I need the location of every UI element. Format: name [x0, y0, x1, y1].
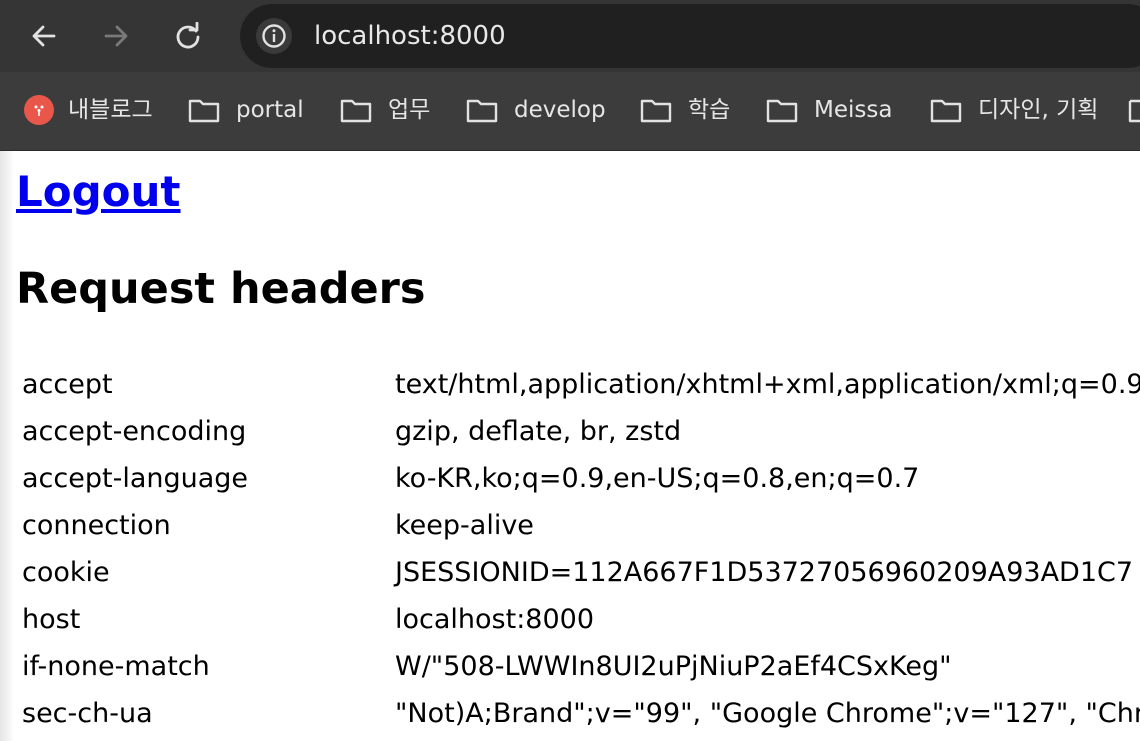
blog-favicon-icon: [24, 95, 54, 125]
bookmark-folder-meissa[interactable]: Meissa: [766, 92, 892, 128]
bookmark-label: Meissa: [814, 97, 893, 123]
header-name: cookie: [22, 557, 110, 588]
bookmark-item-blog[interactable]: 내블로그: [24, 92, 153, 128]
info-icon: [262, 24, 286, 48]
bookmark-folder-design[interactable]: 디자인, 기획: [930, 92, 1098, 128]
bookmark-folder-study[interactable]: 학습: [640, 92, 730, 128]
header-name: connection: [22, 510, 171, 541]
bookmark-folder-overflow[interactable]: [1128, 92, 1140, 128]
header-value: keep-alive: [395, 510, 534, 541]
bookmark-folder-portal[interactable]: portal: [188, 92, 304, 128]
header-value: "Not)A;Brand";v="99", "Google Chrome";v=…: [395, 698, 1140, 729]
address-bar[interactable]: localhost:8000: [240, 4, 1140, 68]
page-title: Request headers: [16, 264, 426, 314]
page-content: Logout Request headers accept text/html,…: [0, 151, 1140, 741]
folder-icon: [766, 99, 798, 123]
folder-icon: [340, 99, 372, 123]
header-name: sec-ch-ua: [22, 698, 153, 729]
folder-icon: [640, 99, 672, 123]
arrow-left-icon: [32, 25, 56, 47]
header-value: text/html,application/xhtml+xml,applicat…: [395, 369, 1140, 400]
table-row: accept-encoding gzip, deflate, br, zstd: [22, 408, 1140, 455]
url-text[interactable]: localhost:8000: [314, 19, 506, 53]
header-value: localhost:8000: [395, 604, 595, 635]
header-name: accept: [22, 369, 113, 400]
reload-button[interactable]: [166, 14, 210, 58]
folder-icon: [1128, 99, 1140, 123]
header-value: JSESSIONID=112A667F1D53727056960209A93AD…: [395, 557, 1134, 588]
bookmarks-bar: 내블로그 portal 업무 develop 학습 Meissa 디자인, 기획: [0, 72, 1140, 151]
table-row: connection keep-alive: [22, 502, 1140, 549]
header-value: ko-KR,ko;q=0.9,en-US;q=0.8,en;q=0.7: [395, 463, 920, 494]
browser-toolbar: localhost:8000: [0, 0, 1140, 72]
bookmark-label: portal: [236, 97, 304, 123]
bookmark-label: 내블로그: [68, 97, 153, 123]
table-row: if-none-match W/"508-LWWIn8UI2uPjNiuP2aE…: [22, 643, 1140, 690]
reload-icon: [176, 22, 200, 49]
table-row: accept-language ko-KR,ko;q=0.9,en-US;q=0…: [22, 455, 1140, 502]
site-info-button[interactable]: [256, 18, 292, 54]
header-value: gzip, deflate, br, zstd: [395, 416, 682, 447]
arrow-right-icon: [104, 25, 128, 47]
bookmark-folder-work[interactable]: 업무: [340, 92, 430, 128]
bookmark-folder-develop[interactable]: develop: [466, 92, 606, 128]
back-button[interactable]: [22, 14, 66, 58]
folder-icon: [466, 99, 498, 123]
logout-link[interactable]: Logout: [16, 165, 181, 219]
bookmark-label: 디자인, 기획: [978, 97, 1099, 123]
table-row: sec-ch-ua "Not)A;Brand";v="99", "Google …: [22, 690, 1140, 737]
folder-icon: [188, 99, 220, 123]
page-edge-shadow: [0, 151, 14, 741]
table-row: host localhost:8000: [22, 596, 1140, 643]
header-name: if-none-match: [22, 651, 210, 682]
header-name: host: [22, 604, 81, 635]
browser-chrome: localhost:8000 내블로그 portal 업무 develop 학습…: [0, 0, 1140, 151]
table-row: cookie JSESSIONID=112A667F1D537270569602…: [22, 549, 1140, 596]
bookmark-label: develop: [514, 97, 606, 123]
header-name: accept-encoding: [22, 416, 247, 447]
forward-button[interactable]: [94, 14, 138, 58]
request-headers-table: accept text/html,application/xhtml+xml,a…: [22, 361, 1140, 737]
folder-icon: [930, 99, 962, 123]
table-row: accept text/html,application/xhtml+xml,a…: [22, 361, 1140, 408]
header-name: accept-language: [22, 463, 249, 494]
header-value: W/"508-LWWIn8UI2uPjNiuP2aEf4CSxKeg": [395, 651, 952, 682]
bookmark-label: 업무: [388, 97, 431, 123]
bookmark-label: 학습: [688, 97, 731, 123]
